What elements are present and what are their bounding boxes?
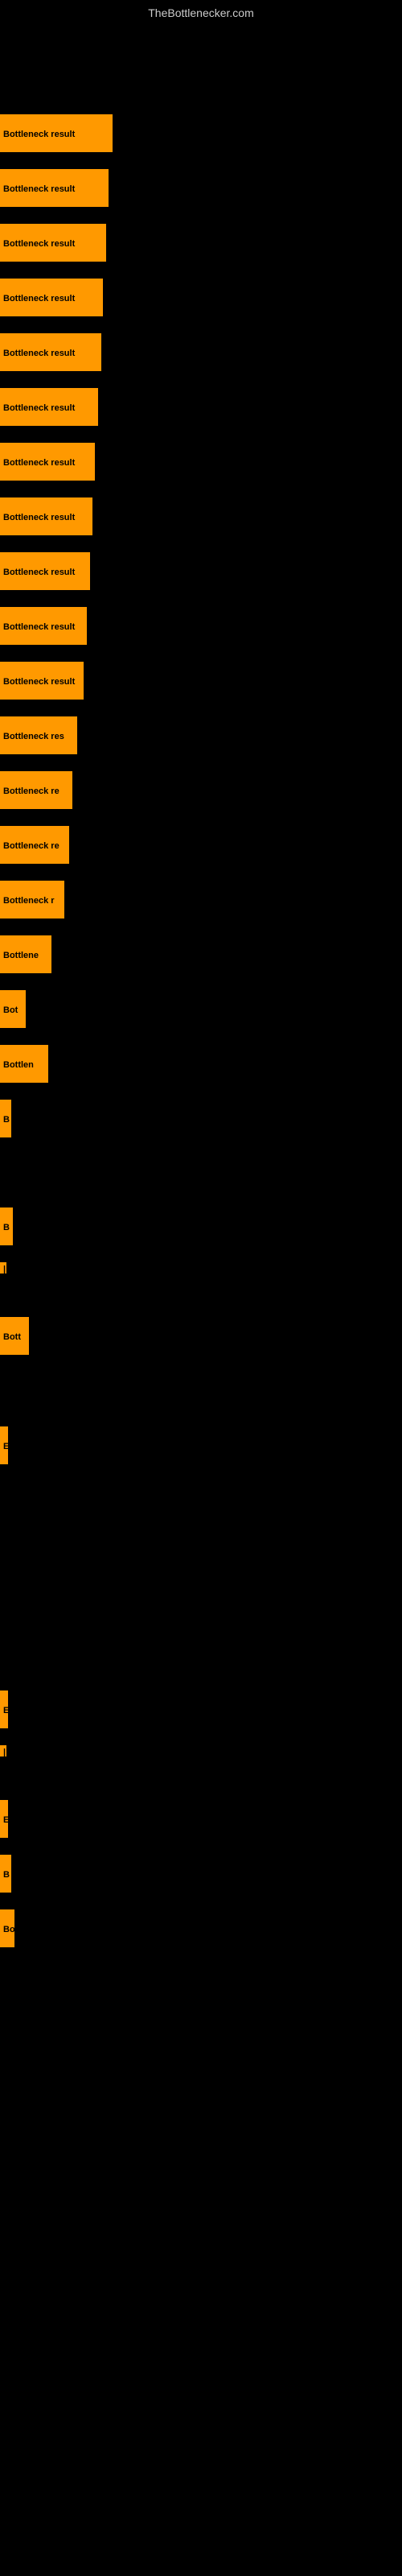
bar-row: B	[0, 1208, 13, 1245]
bar-label: Bo	[0, 1909, 14, 1947]
bar-row: Bottleneck result	[0, 443, 95, 481]
bar-row: Bottleneck result	[0, 333, 101, 371]
site-title: TheBottlenecker.com	[0, 0, 402, 23]
bar-label: E	[0, 1800, 8, 1838]
bar-row: Bo	[0, 1909, 14, 1947]
bar-row: B	[0, 1855, 11, 1893]
bar-label: Bottleneck result	[0, 114, 113, 152]
bar-label: Bottlene	[0, 935, 51, 973]
bar-row: Bottlen	[0, 1045, 48, 1083]
bar-row: B	[0, 1100, 11, 1137]
bar-label: Bottleneck result	[0, 662, 84, 700]
bar-label: |	[0, 1262, 6, 1274]
bar-row: |	[0, 1262, 6, 1274]
bar-label: Bottleneck result	[0, 497, 92, 535]
bar-row: Bottleneck re	[0, 826, 69, 864]
bar-label: Bottleneck result	[0, 333, 101, 371]
bar-label: Bottleneck result	[0, 552, 90, 590]
bar-label: Bottleneck result	[0, 224, 106, 262]
bar-row: Bot	[0, 990, 26, 1028]
bar-label: Bott	[0, 1317, 29, 1355]
bar-row: Bottleneck result	[0, 224, 106, 262]
bar-label: Bottleneck re	[0, 826, 69, 864]
bar-label: Bottleneck result	[0, 388, 98, 426]
bar-row: Bottleneck result	[0, 279, 103, 316]
bar-label: Bot	[0, 990, 26, 1028]
bar-label: Bottleneck res	[0, 716, 77, 754]
bar-label: Bottlen	[0, 1045, 48, 1083]
bar-label: Bottleneck result	[0, 279, 103, 316]
bar-row: Bottleneck r	[0, 881, 64, 919]
bar-row: Bottleneck res	[0, 716, 77, 754]
bar-row: Bottleneck result	[0, 662, 84, 700]
bar-label: Bottleneck r	[0, 881, 64, 919]
bar-row: E	[0, 1426, 8, 1464]
bar-row: Bottleneck result	[0, 114, 113, 152]
bar-label: Bottleneck result	[0, 169, 109, 207]
bar-row: Bottleneck re	[0, 771, 72, 809]
bar-row: |	[0, 1745, 6, 1757]
bar-row: Bottleneck result	[0, 169, 109, 207]
bar-label: B	[0, 1100, 11, 1137]
bar-label: E	[0, 1426, 8, 1464]
bar-row: Bottleneck result	[0, 497, 92, 535]
bar-label: E	[0, 1690, 8, 1728]
bar-row: Bottlene	[0, 935, 51, 973]
bar-label: Bottleneck result	[0, 607, 87, 645]
bar-label: Bottleneck result	[0, 443, 95, 481]
bar-row: Bott	[0, 1317, 29, 1355]
bar-row: Bottleneck result	[0, 607, 87, 645]
bar-row: Bottleneck result	[0, 388, 98, 426]
bar-label: Bottleneck re	[0, 771, 72, 809]
bar-label: B	[0, 1855, 11, 1893]
bar-row: Bottleneck result	[0, 552, 90, 590]
bar-row: E	[0, 1800, 8, 1838]
bar-label: |	[0, 1745, 6, 1757]
bar-row: E	[0, 1690, 8, 1728]
bar-label: B	[0, 1208, 13, 1245]
